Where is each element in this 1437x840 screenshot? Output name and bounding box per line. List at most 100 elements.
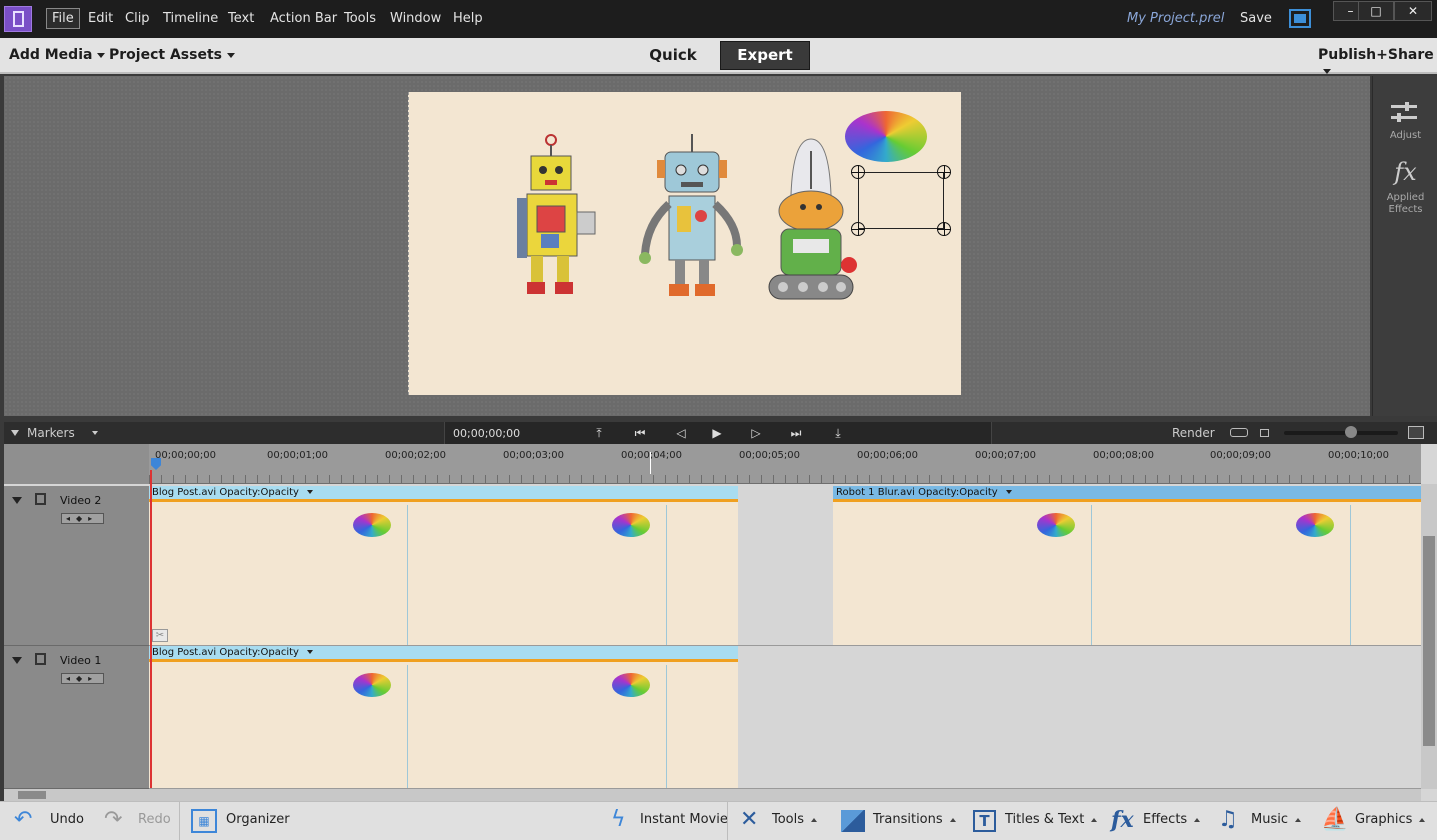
goto-start-icon[interactable]: ⏮	[633, 426, 647, 440]
goto-end-icon[interactable]: ⏭	[789, 426, 803, 440]
scissors-icon[interactable]: ✂	[152, 629, 168, 642]
close-button[interactable]: ✕	[1394, 1, 1432, 21]
resize-handle-icon[interactable]	[851, 222, 865, 236]
tools-icon[interactable]: ✕	[740, 808, 758, 832]
scrollbar-thumb[interactable]	[1423, 536, 1435, 746]
resize-handle-icon[interactable]	[851, 165, 865, 179]
clip-header[interactable]: Robot 1 Blur.avi Opacity:Opacity	[833, 486, 1421, 502]
resize-handle-icon[interactable]	[937, 165, 951, 179]
track-video-2[interactable]: Blog Post.avi Opacity:Opacity ✂ Robot 1 …	[149, 486, 1421, 646]
menu-clip[interactable]: Clip	[125, 11, 150, 26]
publish-share-label: Publish+Share	[1318, 47, 1434, 63]
titles-text-icon[interactable]: T	[973, 810, 996, 832]
transitions-button[interactable]: Transitions	[873, 812, 956, 827]
undo-button[interactable]: Undo	[50, 812, 84, 827]
tab-quick[interactable]: Quick	[631, 41, 715, 70]
menu-action-bar[interactable]: Action Bar	[270, 11, 337, 26]
keyframe-nav-icon[interactable]: ◂◆▸	[61, 673, 104, 684]
redo-icon[interactable]: ↷	[104, 808, 122, 832]
titles-text-button[interactable]: Titles & Text	[1005, 812, 1098, 827]
triangle-down-icon[interactable]	[11, 430, 19, 436]
collapse-triangle-icon[interactable]	[12, 497, 22, 504]
chevron-up-icon	[1194, 817, 1201, 822]
time-ruler[interactable]: 00;00;00;00 00;00;01;00 00;00;02;00 00;0…	[149, 444, 1421, 484]
organizer-icon[interactable]: ▦	[191, 809, 217, 833]
adjust-label[interactable]: Adjust	[1373, 130, 1437, 141]
scrollbar-thumb[interactable]	[18, 791, 46, 799]
graphics-label: Graphics	[1355, 812, 1413, 827]
restore-button[interactable]: □	[1358, 1, 1394, 21]
track-video-1[interactable]: Blog Post.avi Opacity:Opacity	[149, 646, 1421, 789]
menu-file[interactable]: File	[46, 8, 80, 29]
tools-button[interactable]: Tools	[772, 812, 818, 827]
graphics-sailboat-icon[interactable]: ⛵	[1321, 808, 1348, 832]
add-media-menu[interactable]: Add Media	[9, 47, 106, 63]
goto-in-icon[interactable]: ⤒	[592, 426, 606, 440]
publish-share-menu[interactable]: Publish+Share	[1318, 47, 1437, 79]
zoom-slider[interactable]	[1284, 431, 1398, 435]
zoom-slider-handle[interactable]	[1345, 426, 1357, 438]
project-assets-menu[interactable]: Project Assets	[109, 47, 235, 63]
redo-button[interactable]: Redo	[138, 812, 171, 827]
menu-bar: File Edit Clip Timeline Text Action Bar …	[0, 0, 1437, 38]
transitions-label: Transitions	[873, 812, 943, 827]
selection-box[interactable]	[851, 165, 951, 236]
menu-edit[interactable]: Edit	[88, 11, 113, 26]
collapse-triangle-icon[interactable]	[12, 657, 22, 664]
tab-expert[interactable]: Expert	[720, 41, 810, 70]
clip[interactable]: Robot 1 Blur.avi Opacity:Opacity	[833, 486, 1421, 645]
horizontal-scrollbar[interactable]	[4, 789, 1421, 801]
clip[interactable]: Blog Post.avi Opacity:Opacity ✂	[149, 486, 738, 645]
organizer-button[interactable]: Organizer	[226, 812, 290, 827]
track-header-video-2: Video 2 ◂◆▸	[4, 486, 149, 646]
clip-label: Blog Post.avi	[152, 487, 217, 498]
preview-frame[interactable]	[408, 92, 961, 395]
clip-header[interactable]: Blog Post.avi Opacity:Opacity	[149, 646, 738, 662]
fx-effects-icon[interactable]: fx	[1111, 808, 1134, 832]
menu-tools[interactable]: Tools	[344, 11, 376, 26]
save-button[interactable]: Save	[1240, 11, 1272, 26]
adjust-sliders-icon[interactable]	[1391, 100, 1417, 124]
app-logo-icon	[4, 6, 32, 32]
fx-icon[interactable]: fx	[1373, 158, 1437, 186]
undo-icon[interactable]: ↶	[14, 808, 32, 832]
play-icon[interactable]: ▶	[710, 426, 724, 440]
applied-effects-label[interactable]: Applied Effects	[1373, 192, 1437, 216]
clip-header[interactable]: Blog Post.avi Opacity:Opacity	[149, 486, 738, 502]
chevron-down-icon[interactable]	[307, 650, 314, 654]
keyframe-nav-icon[interactable]: ◂◆▸	[61, 513, 104, 524]
chevron-down-icon[interactable]	[92, 431, 98, 435]
chevron-down-icon[interactable]	[1005, 490, 1012, 494]
music-button[interactable]: Music	[1251, 812, 1301, 827]
zoom-out-icon[interactable]	[1260, 429, 1269, 437]
timecode-value[interactable]: 00;00;00;00	[453, 427, 520, 440]
track-name: Video 1	[60, 654, 102, 667]
transitions-icon[interactable]	[841, 810, 865, 832]
step-back-icon[interactable]: ◁	[674, 426, 688, 440]
chevron-down-icon[interactable]	[307, 490, 314, 494]
music-note-icon[interactable]: ♫	[1218, 808, 1238, 832]
graphics-button[interactable]: Graphics	[1355, 812, 1426, 827]
zoom-fit-icon[interactable]	[1230, 428, 1248, 437]
clip[interactable]: Blog Post.avi Opacity:Opacity	[149, 646, 738, 788]
clip-effect[interactable]: Opacity:Opacity	[918, 487, 998, 498]
markers-menu[interactable]: Markers	[27, 426, 75, 440]
clip-effect[interactable]: Opacity:Opacity	[219, 487, 299, 498]
instant-movie-button[interactable]: Instant Movie	[640, 812, 728, 827]
clip-effect[interactable]: Opacity:Opacity	[219, 647, 299, 658]
lightning-icon[interactable]: ϟ	[611, 808, 626, 832]
gradient-ellipse-graphic[interactable]	[845, 111, 927, 162]
step-forward-icon[interactable]: ▷	[749, 426, 763, 440]
clip-thumbnail	[667, 505, 738, 645]
resize-handle-icon[interactable]	[937, 222, 951, 236]
menu-timeline[interactable]: Timeline	[163, 11, 218, 26]
goto-out-icon[interactable]: ⤓	[831, 426, 845, 440]
effects-button[interactable]: Effects	[1143, 812, 1201, 827]
menu-text[interactable]: Text	[228, 11, 254, 26]
render-button[interactable]: Render	[1172, 426, 1215, 440]
zoom-in-icon[interactable]	[1408, 426, 1424, 439]
vertical-scrollbar[interactable]	[1421, 484, 1437, 789]
menu-window[interactable]: Window	[390, 11, 441, 26]
menu-help[interactable]: Help	[453, 11, 483, 26]
fullscreen-icon[interactable]	[1289, 9, 1311, 28]
